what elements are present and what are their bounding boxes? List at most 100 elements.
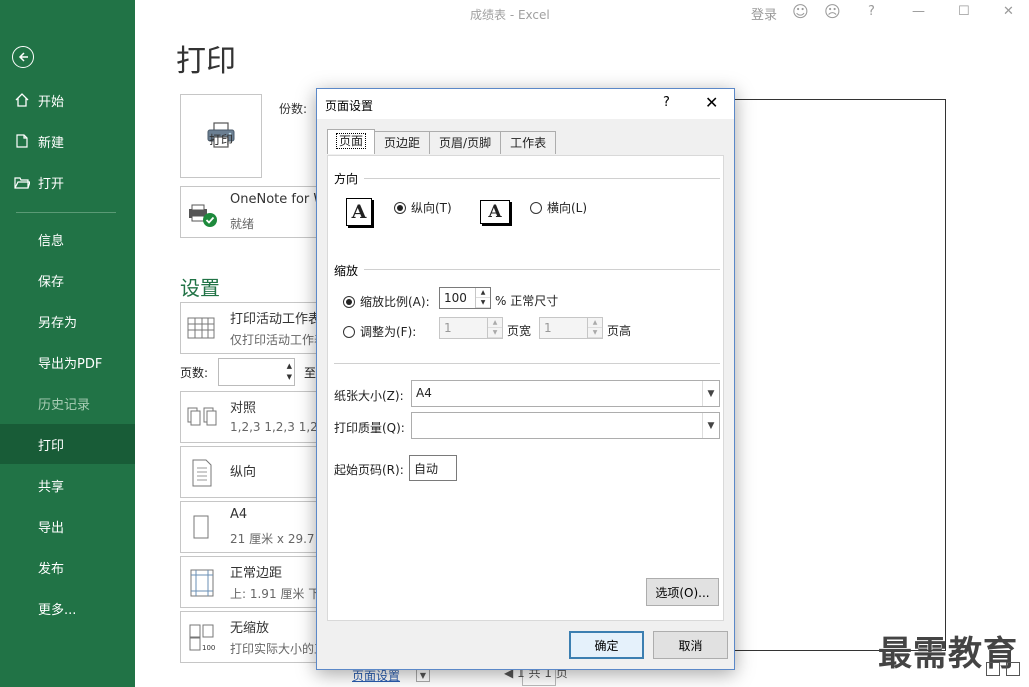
orientation-group-label: 方向 (334, 172, 359, 186)
fit-tall-value: 1 (544, 321, 552, 335)
pages-to-label: 至 (304, 366, 317, 380)
sheet-grid-icon (187, 315, 217, 343)
sidebar-item-home[interactable]: 开始 (0, 80, 135, 120)
print-what-selector[interactable]: 打印活动工作表 仅打印活动工作表 (180, 302, 320, 354)
page-title: 打印 (176, 44, 236, 79)
sidebar-item-label: 导出为PDF (38, 356, 103, 372)
sidebar-item-print[interactable]: 打印 (0, 424, 135, 464)
scaling-selector[interactable]: 100 无缩放 打印实际大小的工作表 (180, 611, 320, 663)
print-what-sub: 仅打印活动工作表 (230, 333, 320, 347)
divider (364, 269, 720, 270)
margins-selector[interactable]: 正常边距 上: 1.91 厘米 下: 1.91 厘米 (180, 556, 320, 608)
margins-icon (187, 569, 217, 597)
radio-dot (343, 325, 355, 338)
chevron-down-icon[interactable]: ▼ (416, 668, 430, 682)
fit-wide-label: 页宽 (507, 324, 532, 338)
spin-arrows[interactable]: ▲ ▼ (475, 288, 490, 308)
fit-to-label: 调整为(F): (360, 325, 417, 339)
back-arrow-icon[interactable] (12, 46, 34, 68)
dialog-title: 页面设置 (325, 99, 374, 113)
sidebar-item-label: 打印 (38, 438, 65, 454)
sidebar-item-label: 发布 (38, 561, 65, 577)
page-tab-panel: 方向 A 纵向(T) A 横向(L) 缩放 缩放比例(A): 100 ▲ ▼ % … (327, 155, 724, 621)
tab-header-footer[interactable]: 页眉/页脚 (429, 131, 502, 154)
collate-title: 对照 (230, 401, 257, 416)
portrait-radio[interactable]: 纵向(T) (394, 199, 452, 216)
sidebar-item-share[interactable]: 共享 (0, 465, 135, 505)
sidebar-item-new[interactable]: 新建 (0, 121, 135, 161)
adjust-to-value: 100 (444, 291, 467, 305)
pages-label: 页数: (180, 366, 209, 380)
preview-view-controls (986, 662, 1020, 676)
help-icon[interactable]: ? (868, 4, 875, 19)
tab-label: 页面 (335, 133, 367, 149)
dialog-close-icon[interactable]: ✕ (705, 93, 718, 112)
orientation-selector[interactable]: 纵向 (180, 446, 320, 498)
chevron-down-icon[interactable]: ▼ (702, 413, 719, 438)
paper-size-select[interactable]: A4 ▼ (411, 380, 720, 407)
print-button[interactable]: 打印 (180, 94, 262, 178)
fit-to-radio[interactable]: 调整为(F): (343, 323, 416, 340)
radio-dot (530, 201, 542, 214)
options-button[interactable]: 选项(O)... (646, 578, 719, 606)
print-button-label: 打印 (208, 132, 233, 147)
minimize-button[interactable]: — (912, 4, 925, 19)
maximize-button[interactable]: ☐ (958, 4, 970, 19)
new-doc-icon (14, 133, 30, 149)
landscape-radio-label: 横向(L) (547, 201, 588, 215)
sidebar-item-label: 导出 (38, 520, 65, 536)
first-page-input[interactable]: 自动 (409, 455, 457, 481)
sidebar-item-export-pdf[interactable]: 导出为PDF (0, 342, 135, 382)
chevron-down-icon[interactable]: ▼ (702, 381, 719, 406)
print-preview-page (734, 99, 946, 651)
spin-arrows[interactable]: ▲ ▼ (587, 318, 602, 338)
tab-label: 页眉/页脚 (439, 136, 492, 150)
sidebar-item-export[interactable]: 导出 (0, 506, 135, 546)
cancel-button[interactable]: 取消 (653, 631, 728, 659)
fit-tall-stepper[interactable]: 1 ▲ ▼ (539, 317, 603, 339)
portrait-radio-label: 纵向(T) (411, 201, 452, 215)
paper-size-selector[interactable]: A4 21 厘米 x 29.7 厘米 (180, 501, 320, 553)
landscape-radio[interactable]: 横向(L) (530, 199, 587, 216)
collate-icon (187, 404, 217, 432)
svg-text:100: 100 (202, 644, 215, 652)
adjust-to-stepper[interactable]: 100 ▲ ▼ (439, 287, 491, 309)
pages-spin-icon[interactable]: ▲ ▼ (287, 361, 292, 383)
paper-size-title: A4 (230, 507, 248, 522)
divider (334, 363, 720, 364)
first-page-value: 自动 (414, 462, 439, 476)
close-window-button[interactable]: ✕ (1003, 4, 1014, 19)
sidebar-divider (16, 212, 116, 213)
pages-range-row: 页数: ▲ ▼ 至 (180, 358, 320, 388)
paper-icon (187, 514, 217, 542)
backstage-sidebar: 开始 新建 打开 信息 保存 另存为 导出为PDF 历史记录 打印 共享 导出 … (0, 0, 135, 687)
tab-margins[interactable]: 页边距 (374, 131, 431, 154)
dialog-help-icon[interactable]: ? (663, 95, 670, 110)
zoom-to-page-icon[interactable] (1006, 662, 1020, 676)
printer-selector[interactable]: OneNote for Windows 10 就绪 (180, 186, 392, 238)
pages-from-input[interactable]: ▲ ▼ (218, 358, 295, 386)
fit-wide-stepper[interactable]: 1 ▲ ▼ (439, 317, 503, 339)
scaling-group-label: 缩放 (334, 264, 359, 278)
show-margins-icon[interactable] (986, 662, 1000, 676)
frown-icon[interactable]: ☹ (824, 2, 841, 21)
adjust-to-radio[interactable]: 缩放比例(A): (343, 293, 430, 310)
sidebar-item-publish[interactable]: 发布 (0, 547, 135, 587)
sidebar-item-save[interactable]: 保存 (0, 260, 135, 300)
sidebar-item-more[interactable]: 更多... (0, 588, 135, 628)
smile-icon[interactable]: ☺ (792, 2, 809, 21)
print-quality-select[interactable]: ▼ (411, 412, 720, 439)
tab-sheet[interactable]: 工作表 (500, 131, 557, 154)
sidebar-item-info[interactable]: 信息 (0, 219, 135, 259)
tab-page[interactable]: 页面 (327, 129, 376, 154)
sidebar-item-open[interactable]: 打开 (0, 162, 135, 202)
sidebar-item-label: 保存 (38, 274, 65, 290)
spin-arrows[interactable]: ▲ ▼ (487, 318, 502, 338)
sidebar-item-save-as[interactable]: 另存为 (0, 301, 135, 341)
sidebar-item-label: 信息 (38, 233, 65, 249)
collate-selector[interactable]: 对照 1,2,3 1,2,3 1,2,3 (180, 391, 320, 443)
ok-button[interactable]: 确定 (569, 631, 644, 659)
signin-link[interactable]: 登录 (751, 4, 777, 23)
sidebar-item-history[interactable]: 历史记录 (0, 383, 135, 423)
scaling-sub: 打印实际大小的工作表 (230, 642, 319, 656)
